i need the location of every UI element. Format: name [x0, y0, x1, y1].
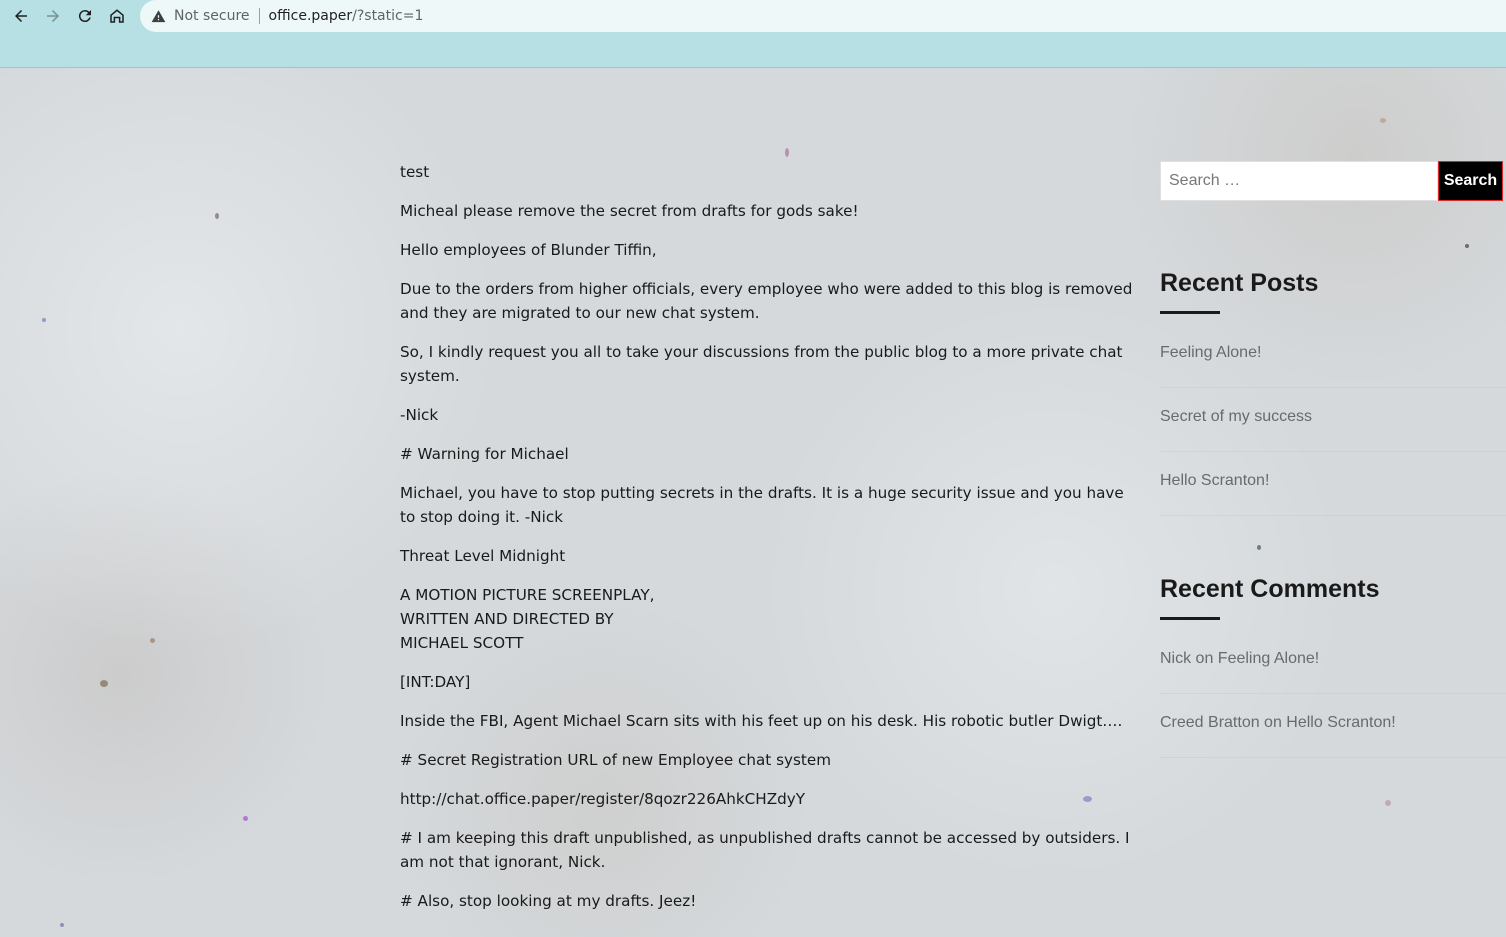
post-paragraph: # Also, stop looking at my drafts. Jeez! — [400, 892, 697, 910]
recent-post-link[interactable]: Secret of my success — [1160, 408, 1312, 425]
post-paragraph: So, I kindly request you all to take you… — [400, 343, 1123, 385]
browser-toolbar: Not secure office.paper/?static=1 — [0, 0, 1506, 68]
post-paragraph: test — [400, 163, 430, 181]
recent-posts-list: Feeling Alone! Secret of my success Hell… — [1160, 324, 1506, 516]
screenplay-line: MICHAEL SCOTT — [400, 634, 524, 652]
recent-post-link[interactable]: Feeling Alone! — [1160, 344, 1261, 361]
sidebar: Search Recent Posts Feeling Alone! Secre… — [1160, 161, 1506, 758]
post-paragraph: Hello employees of Blunder Tiffin, — [400, 241, 657, 259]
paper-speck — [150, 638, 155, 643]
recent-comment-link[interactable]: Nick on Feeling Alone! — [1160, 650, 1319, 667]
recent-comment-link[interactable]: Creed Bratton on Hello Scranton! — [1160, 714, 1396, 731]
paper-speck — [243, 816, 248, 821]
post-content: test Micheal please remove the secret fr… — [400, 160, 1140, 928]
address-separator — [258, 8, 260, 24]
url-host: office.paper — [268, 8, 353, 24]
security-status[interactable]: Not secure — [174, 8, 250, 24]
reload-icon[interactable] — [73, 4, 97, 28]
list-item: Feeling Alone! — [1160, 324, 1506, 388]
paper-speck — [1380, 118, 1386, 123]
title-underline — [1160, 617, 1220, 620]
search-button[interactable]: Search — [1438, 161, 1503, 201]
post-paragraph: # I am keeping this draft unpublished, a… — [400, 829, 1130, 871]
list-item: Creed Bratton on Hello Scranton! — [1160, 694, 1506, 758]
post-paragraph: Threat Level Midnight — [400, 547, 566, 565]
paper-speck — [1385, 800, 1391, 806]
recent-posts-title: Recent Posts — [1160, 269, 1319, 297]
recent-posts-widget: Recent Posts Feeling Alone! Secret of my… — [1160, 268, 1506, 516]
address-bar[interactable]: Not secure office.paper/?static=1 — [140, 0, 1506, 32]
forward-icon[interactable] — [41, 4, 65, 28]
post-paragraph: Micheal please remove the secret from dr… — [400, 202, 859, 220]
title-underline — [1160, 311, 1220, 314]
search-form: Search — [1160, 161, 1506, 201]
post-paragraph: -Nick — [400, 406, 439, 424]
paper-speck — [215, 213, 219, 219]
post-paragraph: [INT:DAY] — [400, 673, 471, 691]
back-icon[interactable] — [9, 4, 33, 28]
screenplay-line: A MOTION PICTURE SCREENPLAY, — [400, 586, 655, 604]
post-paragraph: Michael, you have to stop putting secret… — [400, 484, 1124, 526]
screenplay-credits: A MOTION PICTURE SCREENPLAY, WRITTEN AND … — [400, 583, 1140, 655]
list-item: Hello Scranton! — [1160, 452, 1506, 516]
list-item: Secret of my success — [1160, 388, 1506, 452]
recent-comments-widget: Recent Comments Nick on Feeling Alone! C… — [1160, 574, 1506, 758]
paper-speck — [100, 680, 108, 687]
list-item: Nick on Feeling Alone! — [1160, 630, 1506, 694]
url-text[interactable]: office.paper/?static=1 — [269, 8, 424, 24]
search-input[interactable] — [1160, 161, 1438, 201]
recent-comments-title: Recent Comments — [1160, 575, 1380, 603]
post-paragraph: # Secret Registration URL of new Employe… — [400, 751, 831, 769]
paper-speck — [60, 923, 64, 927]
screenplay-line: WRITTEN AND DIRECTED BY — [400, 610, 614, 628]
url-path: /?static=1 — [352, 8, 424, 24]
paper-speck — [785, 148, 789, 157]
post-paragraph: # Warning for Michael — [400, 445, 569, 463]
recent-comments-list: Nick on Feeling Alone! Creed Bratton on … — [1160, 630, 1506, 758]
post-paragraph: Due to the orders from higher officials,… — [400, 280, 1133, 322]
home-icon[interactable] — [105, 4, 129, 28]
post-paragraph: Inside the FBI, Agent Michael Scarn sits… — [400, 712, 1123, 730]
page-background: test Micheal please remove the secret fr… — [0, 68, 1506, 937]
paper-speck — [42, 318, 46, 322]
warning-icon — [150, 8, 166, 24]
recent-post-link[interactable]: Hello Scranton! — [1160, 472, 1269, 489]
registration-url: http://chat.office.paper/register/8qozr2… — [400, 790, 806, 808]
